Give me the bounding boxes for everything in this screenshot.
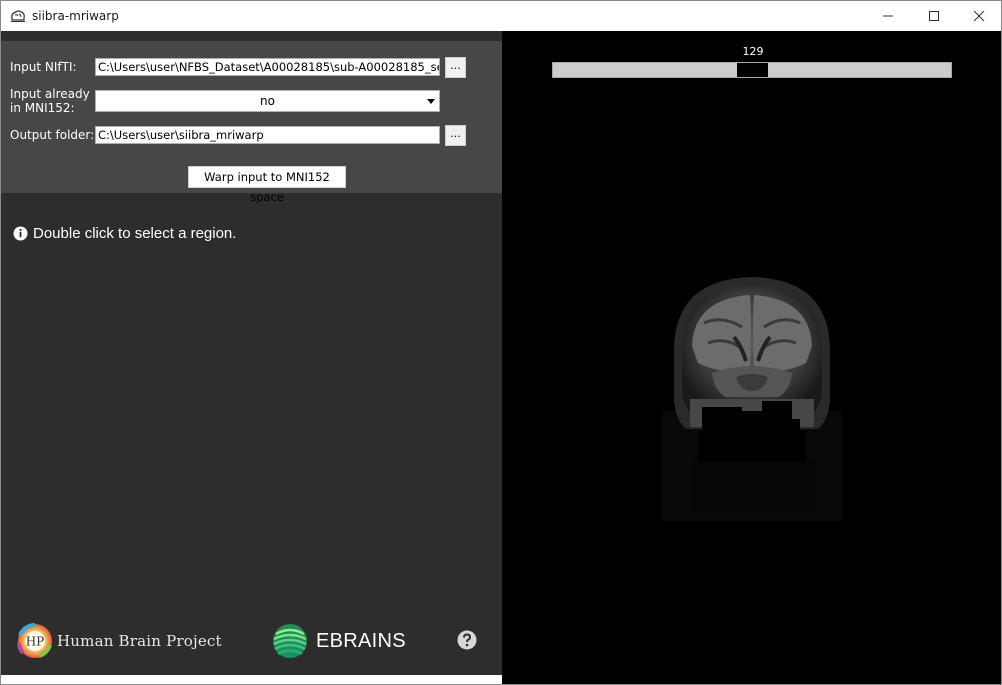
warp-button[interactable]: Warp input to MNI152 space xyxy=(188,166,346,204)
browse-output-button[interactable]: ... xyxy=(445,125,466,146)
mni-label-line2: in MNI152: xyxy=(10,101,75,115)
control-panel: Input NIfTI: C:\Users\user\NFBS_Dataset\… xyxy=(1,31,502,675)
maximize-icon xyxy=(929,11,939,21)
minimize-icon xyxy=(883,15,893,17)
warp-form: Input NIfTI: C:\Users\user\NFBS_Dataset\… xyxy=(1,41,502,204)
close-button[interactable] xyxy=(956,1,1001,31)
minimize-button[interactable] xyxy=(865,1,911,31)
app-window: siibra-mriwarp Input NIfTI: C:\Users\use… xyxy=(0,0,1002,685)
mni-select[interactable]: no xyxy=(95,90,440,112)
hbp-monogram: HP xyxy=(26,635,45,649)
output-folder-label: Output folder: xyxy=(10,128,95,142)
ebrains-logo-icon xyxy=(273,624,307,658)
mni-select-value: no xyxy=(260,94,275,108)
brain-app-icon xyxy=(11,10,25,22)
maximize-button[interactable] xyxy=(911,1,957,31)
hbp-text: Human Brain Project xyxy=(57,632,222,650)
title-bar[interactable]: siibra-mriwarp xyxy=(1,1,1001,31)
input-nifti-label: Input NIfTI: xyxy=(10,60,77,74)
hbp-logo-icon: HP xyxy=(17,623,52,658)
output-folder-field[interactable]: C:\Users\user\siibra_mriwarp xyxy=(95,126,440,144)
ebrains-logo[interactable]: EBRAINS xyxy=(272,623,406,659)
browse-input-button[interactable]: ... xyxy=(445,57,466,78)
mni-label-line1: Input already xyxy=(10,87,90,101)
input-nifti-field[interactable]: C:\Users\user\NFBS_Dataset\A00028185\sub… xyxy=(95,58,440,76)
ebrains-text: EBRAINS xyxy=(316,629,406,652)
slice-slider[interactable] xyxy=(552,62,952,78)
slice-number: 129 xyxy=(742,45,764,58)
slice-slider-handle[interactable] xyxy=(737,63,768,77)
close-icon xyxy=(973,10,985,22)
image-viewer[interactable]: 129 xyxy=(502,31,1001,684)
region-hint: Double click to select a region. xyxy=(13,225,236,242)
mri-coronal-slice[interactable] xyxy=(652,251,852,521)
hbp-logo[interactable]: HP Human Brain Project xyxy=(17,623,222,659)
chevron-down-icon xyxy=(427,99,435,104)
window-title: siibra-mriwarp xyxy=(32,9,119,23)
info-icon xyxy=(13,226,28,241)
question-icon[interactable] xyxy=(457,630,477,650)
hint-text: Double click to select a region. xyxy=(33,225,237,242)
